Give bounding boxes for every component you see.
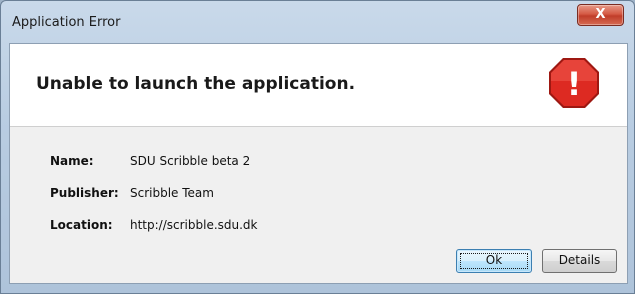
dialog-body: Unable to launch the application. ! Name… xyxy=(9,43,628,284)
exclamation-mark: ! xyxy=(567,65,582,103)
location-value: http://scribble.sdu.dk xyxy=(130,218,258,232)
dialog-header: Unable to launch the application. ! xyxy=(10,44,627,127)
name-label: Name: xyxy=(50,154,94,168)
application-error-window: Application Error X Unable to launch the… xyxy=(0,0,635,294)
title-bar[interactable]: Application Error X xyxy=(1,1,634,41)
window-title: Application Error xyxy=(12,15,121,30)
publisher-label: Publisher: xyxy=(50,186,119,200)
details-button[interactable]: Details xyxy=(542,249,617,273)
error-heading: Unable to launch the application. xyxy=(36,74,356,94)
details-button-label: Details xyxy=(558,253,601,267)
ok-button[interactable]: Ok xyxy=(456,249,532,273)
focus-rectangle xyxy=(460,253,528,269)
error-stop-sign-icon: ! xyxy=(549,58,599,108)
close-button[interactable]: X xyxy=(577,4,624,26)
publisher-value: Scribble Team xyxy=(130,186,214,200)
location-label: Location: xyxy=(50,218,113,232)
name-value: SDU Scribble beta 2 xyxy=(130,154,251,168)
close-icon: X xyxy=(595,7,606,22)
